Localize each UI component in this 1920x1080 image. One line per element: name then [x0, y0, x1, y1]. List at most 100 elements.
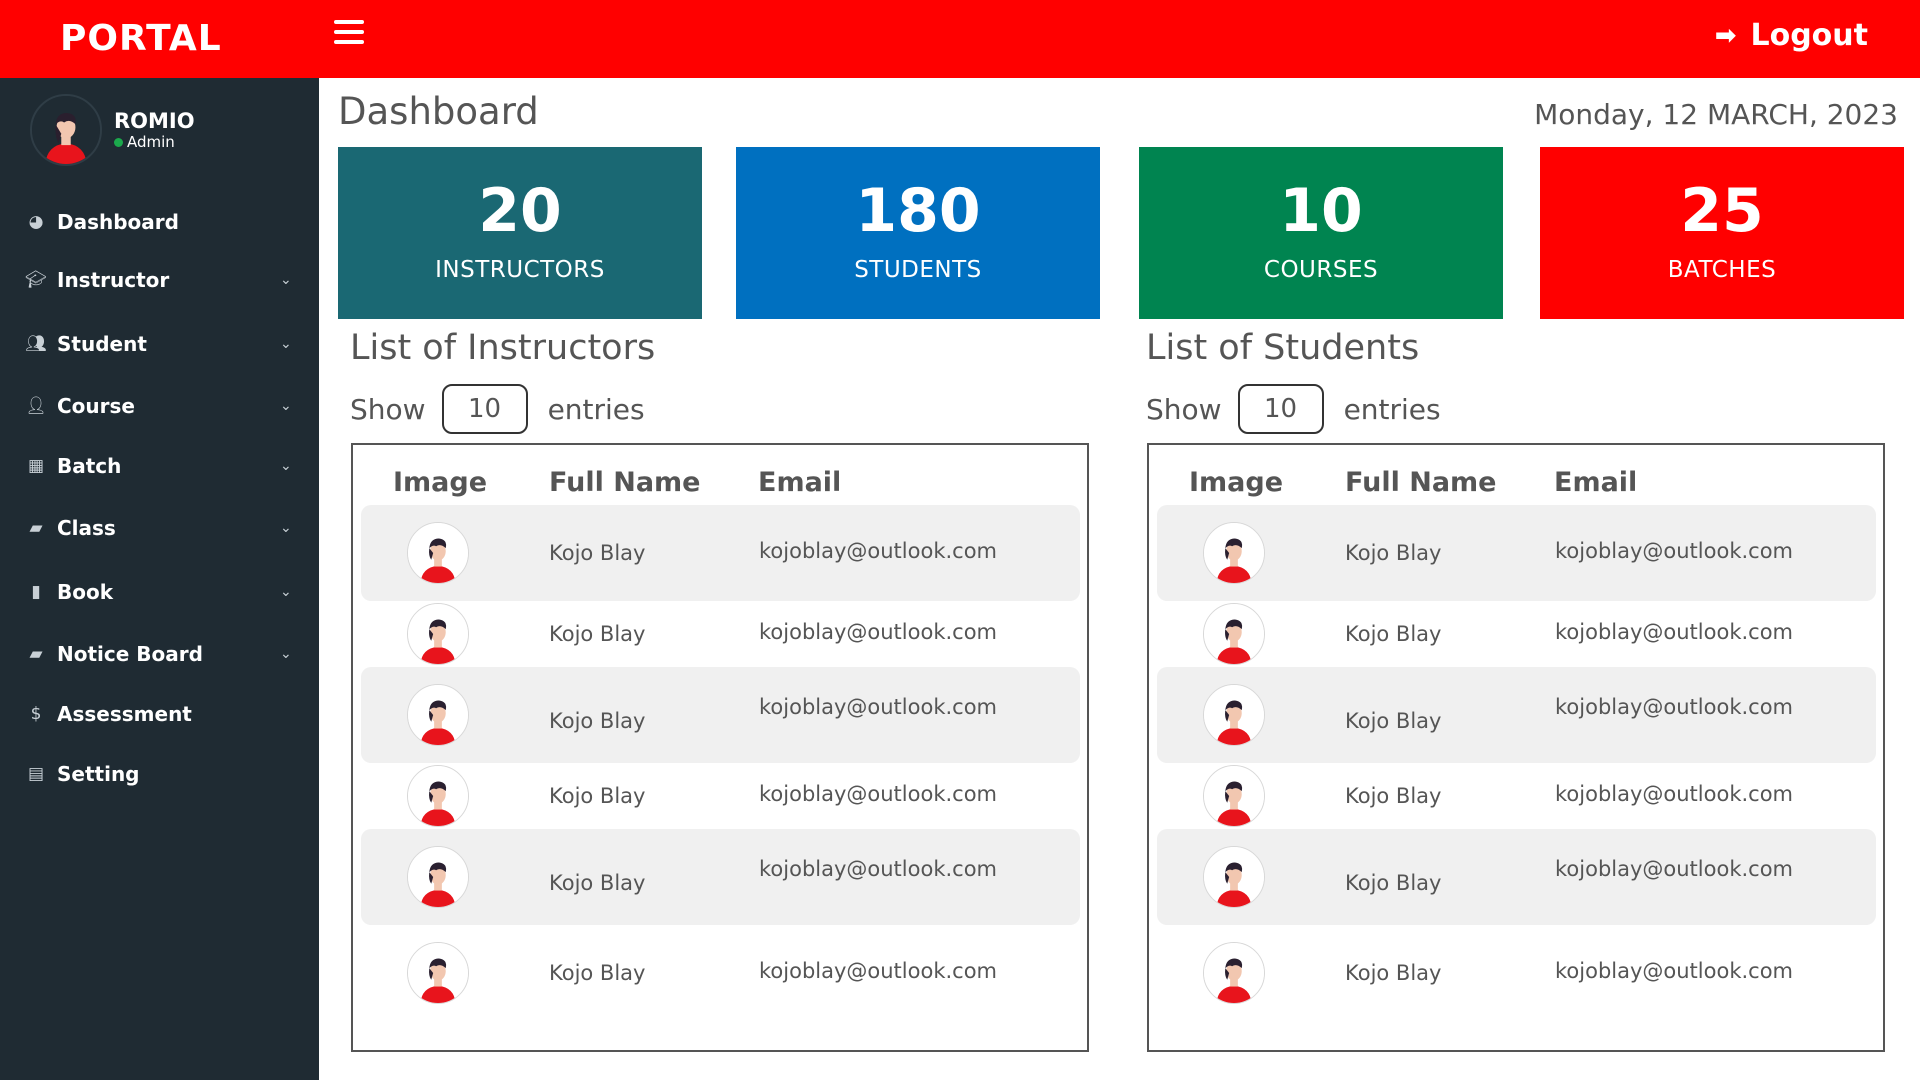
students-table: Image Full Name Email Kojo Blay kojoblay@… [1147, 443, 1885, 1052]
table-header: Image Full Name Email [1149, 467, 1883, 507]
table-row[interactable]: Kojo Blay kojoblay@outlook.com [361, 925, 1080, 1021]
profile-role: Admin [114, 133, 195, 151]
table-row[interactable]: Kojo Blay kojoblay@outlook.com [1157, 763, 1876, 829]
row-email[interactable]: kojoblay@outlook.com [759, 620, 997, 644]
sidebar-item-instructor[interactable]: 🎓︎ Instructor ⌄ [0, 258, 319, 302]
row-full-name: Kojo Blay [549, 871, 646, 895]
entries-select[interactable]: 10 [441, 384, 528, 434]
current-date: Monday, 12 MARCH, 2023 [1534, 98, 1898, 131]
table-row[interactable]: Kojo Blay kojoblay@outlook.com [1157, 925, 1876, 1021]
sidebar-item-label: Assessment [57, 702, 192, 726]
graduation-cap-icon: 🎓︎ [25, 270, 47, 290]
chevron-down-icon: ⌄ [280, 646, 292, 662]
table-row[interactable]: Kojo Blay kojoblay@outlook.com [1157, 601, 1876, 667]
instructors-section-title: List of Instructors [350, 328, 656, 368]
sidebar-item-student[interactable]: 👥︎ Student ⌄ [0, 322, 319, 366]
table-row[interactable]: Kojo Blay kojoblay@outlook.com [1157, 667, 1876, 763]
sidebar-item-assessment[interactable]: $ Assessment [0, 692, 319, 736]
column-header-image[interactable]: Image [393, 467, 487, 498]
chevron-down-icon: ⌄ [280, 584, 292, 600]
avatar [407, 603, 469, 665]
avatar [1203, 765, 1265, 827]
brand-logo[interactable]: PORTAL [60, 18, 222, 59]
online-status-icon [114, 137, 123, 147]
row-full-name: Kojo Blay [1345, 961, 1442, 985]
row-full-name: Kojo Blay [1345, 871, 1442, 895]
avatar [1203, 684, 1265, 746]
sidebar-item-course[interactable]: 👤︎ Course ⌄ [0, 384, 319, 428]
sidebar-item-label: Class [57, 516, 116, 540]
stat-card-batches[interactable]: 25 BATCHES [1540, 147, 1904, 319]
row-email[interactable]: kojoblay@outlook.com [1555, 620, 1793, 644]
students-section-title: List of Students [1146, 328, 1420, 368]
table-row[interactable]: Kojo Blay kojoblay@outlook.com [361, 763, 1080, 829]
show-label: Show [1146, 392, 1222, 426]
row-full-name: Kojo Blay [549, 541, 646, 565]
row-email[interactable]: kojoblay@outlook.com [1555, 959, 1793, 983]
table-row[interactable]: Kojo Blay kojoblay@outlook.com [1157, 829, 1876, 925]
sidebar-item-dashboard[interactable]: ◕ Dashboard [0, 200, 319, 244]
row-email[interactable]: kojoblay@outlook.com [1555, 539, 1793, 563]
note-icon: ▰ [29, 518, 43, 538]
avatar [407, 846, 469, 908]
column-header-full-name[interactable]: Full Name [1345, 467, 1497, 498]
avatar [407, 684, 469, 746]
avatar [1203, 942, 1265, 1004]
id-card-icon: ▤ [27, 764, 45, 784]
sidebar-item-class[interactable]: ▰ Class ⌄ [0, 506, 319, 550]
row-full-name: Kojo Blay [549, 709, 646, 733]
stat-label: BATCHES [1667, 257, 1777, 283]
row-full-name: Kojo Blay [1345, 709, 1442, 733]
table-row[interactable]: Kojo Blay kojoblay@outlook.com [361, 829, 1080, 925]
stat-value: 20 [478, 176, 562, 246]
stat-card-courses[interactable]: 10 COURSES [1139, 147, 1503, 319]
stat-label: INSTRUCTORS [435, 257, 605, 283]
stat-card-instructors[interactable]: 20 INSTRUCTORS [338, 147, 702, 319]
logout-button[interactable]: ➡ Logout [1715, 18, 1868, 53]
column-header-email[interactable]: Email [1554, 467, 1637, 498]
row-email[interactable]: kojoblay@outlook.com [759, 959, 997, 983]
table-row[interactable]: Kojo Blay kojoblay@outlook.com [361, 601, 1080, 667]
user-avatar-icon [408, 943, 468, 1003]
row-full-name: Kojo Blay [549, 784, 646, 808]
row-email[interactable]: kojoblay@outlook.com [1555, 695, 1793, 719]
sidebar-item-label: Course [57, 394, 135, 418]
user-avatar-icon [408, 766, 468, 826]
hamburger-menu-icon[interactable] [334, 20, 364, 48]
user-avatar-icon [1204, 847, 1264, 907]
table-row[interactable]: Kojo Blay kojoblay@outlook.com [361, 667, 1080, 763]
row-email[interactable]: kojoblay@outlook.com [1555, 857, 1793, 881]
row-full-name: Kojo Blay [1345, 541, 1442, 565]
sidebar-item-batch[interactable]: ▦ Batch ⌄ [0, 444, 319, 488]
entries-select[interactable]: 10 [1237, 384, 1324, 434]
user-avatar-icon [408, 685, 468, 745]
column-header-full-name[interactable]: Full Name [549, 467, 701, 498]
row-email[interactable]: kojoblay@outlook.com [759, 695, 997, 719]
avatar [1203, 846, 1265, 908]
sidebar-item-label: Notice Board [57, 642, 203, 666]
dollar-icon: $ [30, 704, 42, 724]
row-email[interactable]: kojoblay@outlook.com [759, 782, 997, 806]
avatar [407, 522, 469, 584]
stat-card-students[interactable]: 180 STUDENTS [736, 147, 1100, 319]
column-header-image[interactable]: Image [1189, 467, 1283, 498]
row-email[interactable]: kojoblay@outlook.com [759, 857, 997, 881]
top-bar: PORTAL ➡ Logout [0, 0, 1920, 78]
user-avatar-icon [1204, 943, 1264, 1003]
avatar[interactable] [30, 94, 102, 166]
user-icon: 👤︎ [25, 396, 47, 416]
column-header-email[interactable]: Email [758, 467, 841, 498]
row-email[interactable]: kojoblay@outlook.com [1555, 782, 1793, 806]
sidebar-item-setting[interactable]: ▤ Setting [0, 752, 319, 796]
avatar [1203, 522, 1265, 584]
table-row[interactable]: Kojo Blay kojoblay@outlook.com [361, 505, 1080, 601]
instructors-entries-control: Show 10 entries [350, 384, 645, 434]
sidebar-item-notice-board[interactable]: ▰ Notice Board ⌄ [0, 632, 319, 676]
profile-card: ROMIO Admin [30, 94, 195, 166]
row-email[interactable]: kojoblay@outlook.com [759, 539, 997, 563]
profile-role-label: Admin [127, 133, 175, 151]
sidebar-item-label: Setting [57, 762, 140, 786]
sidebar-item-label: Instructor [57, 268, 170, 292]
sidebar-item-book[interactable]: ▮ Book ⌄ [0, 570, 319, 614]
table-row[interactable]: Kojo Blay kojoblay@outlook.com [1157, 505, 1876, 601]
